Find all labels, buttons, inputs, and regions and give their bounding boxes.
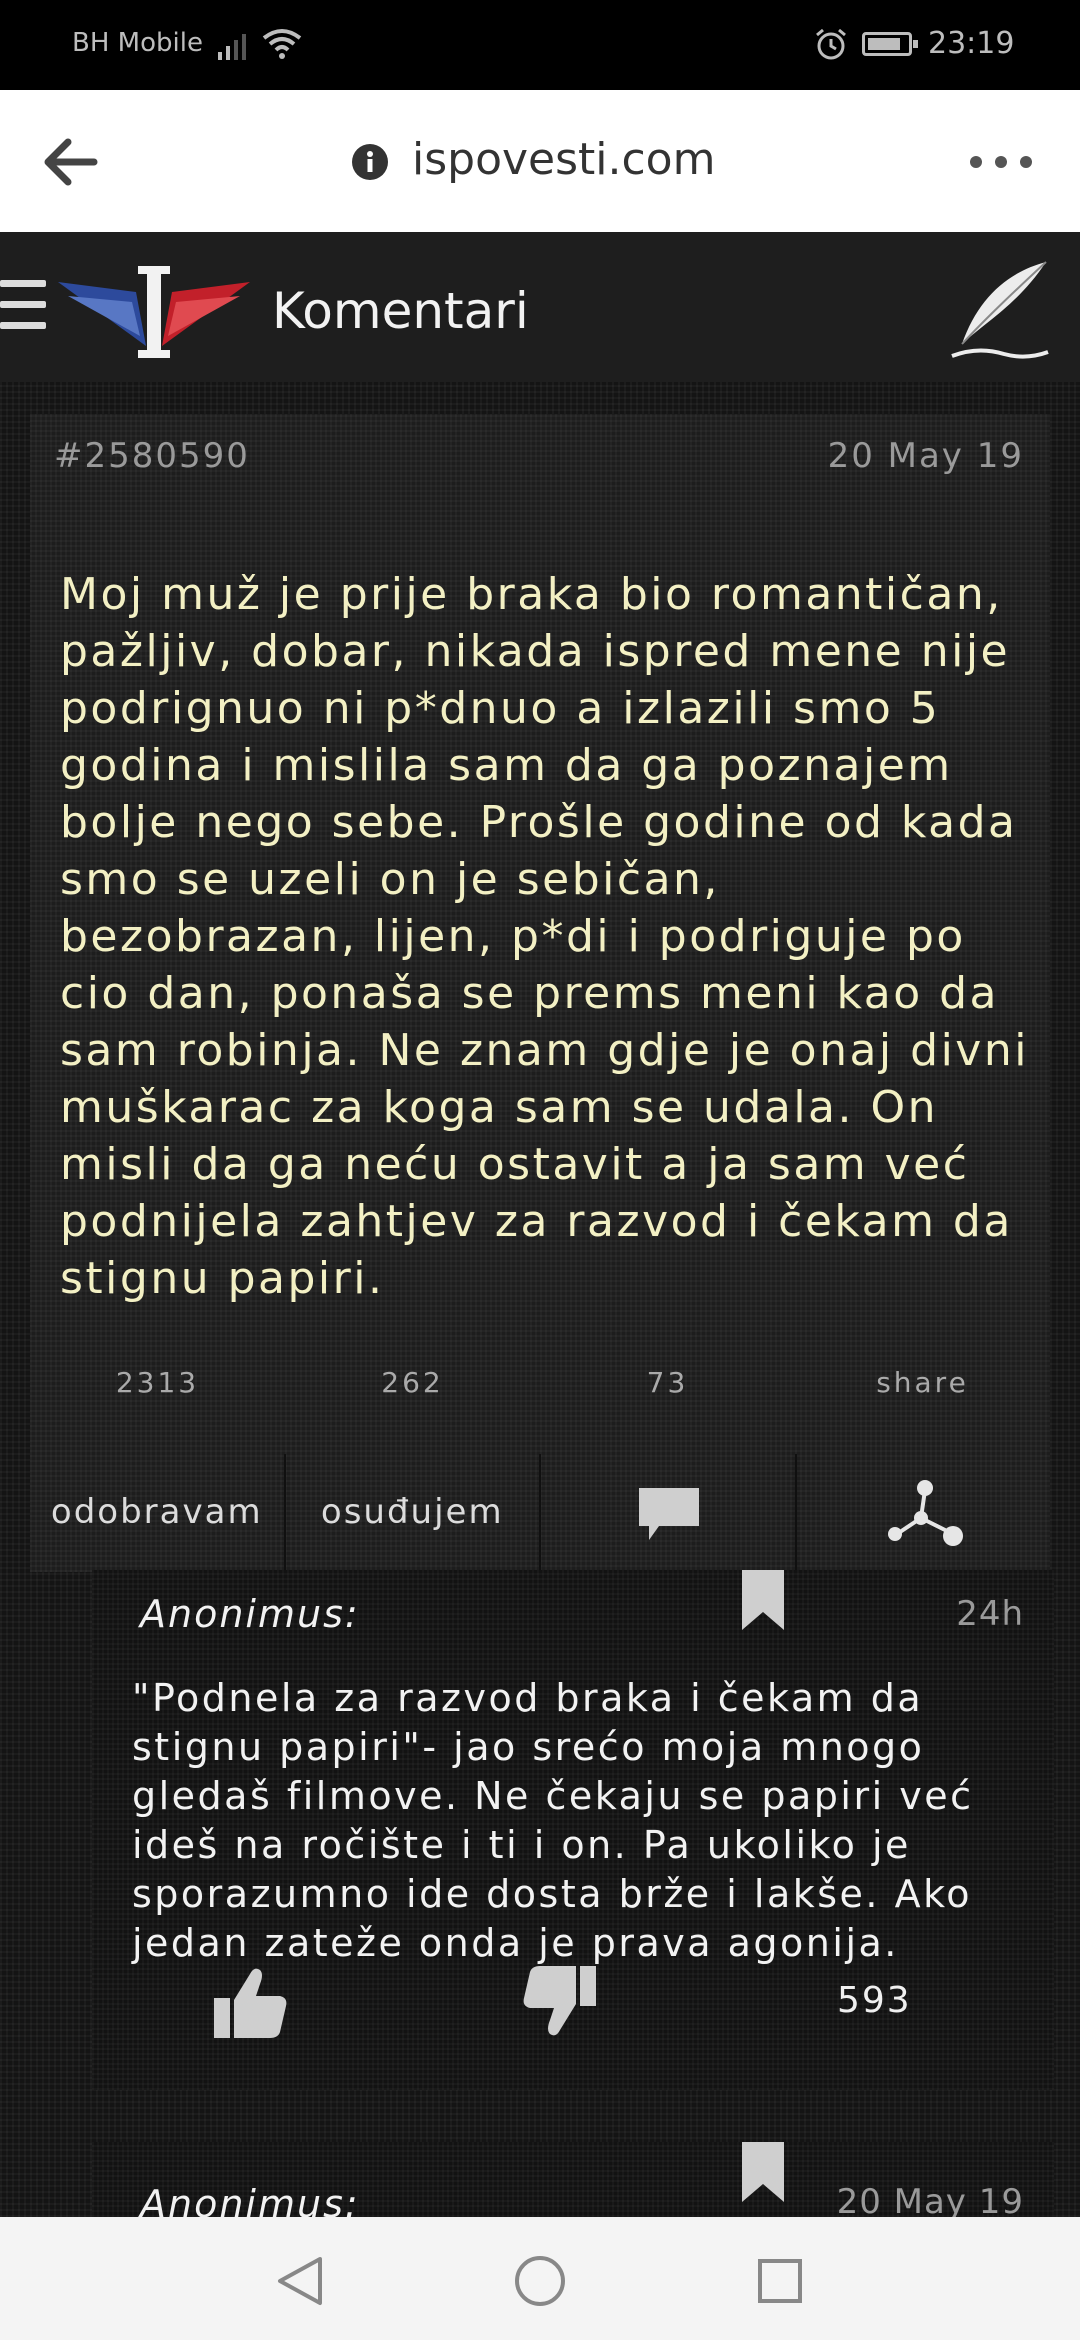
bookmark-icon[interactable]	[740, 2142, 786, 2204]
back-arrow-icon[interactable]	[40, 134, 100, 190]
confession-id: #2580590	[54, 436, 250, 476]
main-content: #2580590 20 May 19 Moj muž je prije brak…	[0, 382, 1080, 2217]
status-bar: BH Mobile 23:19	[0, 0, 1080, 90]
approve-count: 2313	[115, 1366, 200, 1399]
comments-button[interactable]	[541, 1454, 797, 1572]
comment-author: Anonimus:	[140, 2182, 360, 2217]
share-button[interactable]	[797, 1454, 1051, 1572]
condemn-label: osuđujem	[320, 1492, 504, 1532]
comment-time: 24h	[956, 1594, 1024, 1634]
write-confession-quill-icon[interactable]	[948, 258, 1054, 364]
site-header: Komentari	[0, 232, 1080, 382]
hamburger-menu-icon[interactable]	[0, 280, 46, 336]
comment-score: 593	[837, 1980, 912, 2021]
approve-button[interactable]: odobravam	[30, 1454, 286, 1572]
nav-home-icon[interactable]	[510, 2251, 570, 2311]
alarm-icon	[816, 28, 846, 60]
confession-date: 20 May 19	[827, 436, 1024, 476]
battery-icon	[862, 32, 918, 56]
confession-card: #2580590 20 May 19 Moj muž je prije brak…	[30, 414, 1050, 1572]
comment-text: "Podnela za razvod braka i čekam da stig…	[132, 1676, 974, 1965]
comment-bubble-icon	[639, 1488, 699, 1540]
carrier-name: BH Mobile	[72, 28, 203, 58]
bookmark-icon[interactable]	[740, 1570, 786, 1632]
comment-card: Anonimus: 20 May 19	[92, 2142, 1054, 2217]
confession-text: Moj muž je prije braka bio romantičan, p…	[60, 569, 1029, 1304]
site-logo[interactable]	[58, 262, 250, 362]
condemn-count: 262	[381, 1366, 444, 1399]
confession-actions: odobravam osuđujem	[30, 1454, 1050, 1572]
thumbs-up-icon[interactable]	[210, 1962, 290, 2042]
page-title: Komentari	[272, 282, 529, 340]
share-icon	[887, 1480, 963, 1546]
comment-time: 20 May 19	[836, 2182, 1024, 2217]
url-text[interactable]: ispovesti.com	[412, 134, 715, 185]
browser-toolbar: ispovesti.com	[0, 90, 1080, 232]
wifi-icon	[262, 29, 302, 59]
info-icon[interactable]	[352, 144, 388, 180]
more-options-icon[interactable]	[966, 142, 1036, 182]
approve-label: odobravam	[50, 1492, 263, 1532]
clock: 23:19	[928, 26, 1015, 61]
nav-recents-icon[interactable]	[750, 2251, 810, 2311]
comment-count: 73	[646, 1366, 689, 1399]
system-navigation-bar	[0, 2217, 1080, 2340]
share-label: share	[876, 1366, 969, 1399]
comment-author: Anonimus:	[140, 1592, 360, 1636]
nav-back-icon[interactable]	[270, 2251, 330, 2311]
signal-icon	[218, 34, 246, 60]
thumbs-down-icon[interactable]	[520, 1962, 600, 2042]
condemn-button[interactable]: osuđujem	[286, 1454, 541, 1572]
comment-card: Anonimus: 24h "Podnela za razvod braka i…	[92, 1570, 1054, 2090]
